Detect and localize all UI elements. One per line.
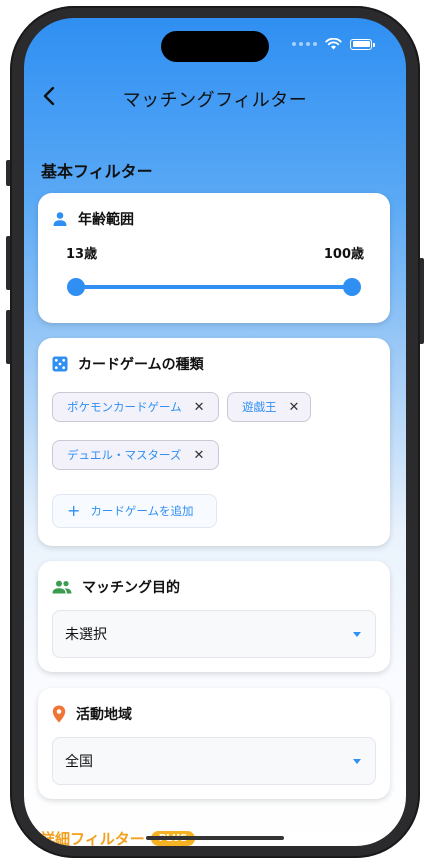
age-range-card: 年齢範囲 13歳 100歳 <box>38 193 390 323</box>
game-chip-pokemon[interactable]: ポケモンカードゲーム ✕ <box>52 392 219 422</box>
activity-region-card: 活動地域 全国 <box>38 688 390 799</box>
card-game-type-card: カードゲームの種類 ポケモンカードゲーム ✕ 遊戯王 ✕ デュエル・マスターズ … <box>38 338 390 546</box>
chip-label: ポケモンカードゲーム <box>67 400 182 414</box>
dynamic-island <box>161 31 269 62</box>
remove-chip-icon[interactable]: ✕ <box>194 401 205 414</box>
matching-purpose-select[interactable]: 未選択 <box>52 610 376 658</box>
plus-icon: + <box>67 501 81 520</box>
game-chip-duel-masters[interactable]: デュエル・マスターズ ✕ <box>52 440 219 470</box>
activity-region-label: 活動地域 <box>76 707 132 723</box>
battery-icon <box>350 38 375 50</box>
age-min-thumb[interactable] <box>67 278 85 296</box>
age-range-slider[interactable] <box>67 278 361 296</box>
game-chip-yugioh[interactable]: 遊戯王 ✕ <box>227 392 311 422</box>
app-screen: マッチングフィルター 基本フィルター 年齢範囲 13歳 100歳 カードゲームの… <box>24 18 406 846</box>
wifi-icon <box>325 38 342 50</box>
matching-purpose-label: マッチング目的 <box>82 580 180 596</box>
remove-chip-icon[interactable]: ✕ <box>289 401 300 414</box>
chip-label: デュエル・マスターズ <box>67 448 182 462</box>
age-range-label: 年齢範囲 <box>78 212 134 228</box>
status-bar <box>292 38 375 50</box>
advanced-filter-label: 詳細フィルター <box>40 830 145 846</box>
location-pin-icon <box>52 705 66 723</box>
activity-region-value: 全国 <box>65 754 93 770</box>
activity-region-select[interactable]: 全国 <box>52 737 376 785</box>
home-indicator[interactable] <box>146 836 284 840</box>
chip-label: 遊戯王 <box>242 400 277 414</box>
remove-chip-icon[interactable]: ✕ <box>193 449 204 462</box>
matching-purpose-card: マッチング目的 未選択 <box>38 561 390 672</box>
dropdown-caret-icon <box>353 758 361 764</box>
dice-icon <box>52 356 68 372</box>
person-icon <box>53 212 67 226</box>
add-card-game-label: カードゲームを追加 <box>90 504 194 518</box>
section-title-basic: 基本フィルター <box>41 162 153 181</box>
matching-purpose-value: 未選択 <box>65 627 107 643</box>
dropdown-caret-icon <box>353 631 361 637</box>
card-game-type-label: カードゲームの種類 <box>78 357 204 373</box>
add-card-game-button[interactable]: + カードゲームを追加 <box>52 494 217 528</box>
page-title: マッチングフィルター <box>122 90 308 111</box>
signal-icon <box>292 42 317 46</box>
age-max-label: 100歳 <box>323 247 364 262</box>
people-icon <box>52 580 72 594</box>
age-min-label: 13歳 <box>66 247 98 262</box>
age-max-thumb[interactable] <box>343 278 361 296</box>
